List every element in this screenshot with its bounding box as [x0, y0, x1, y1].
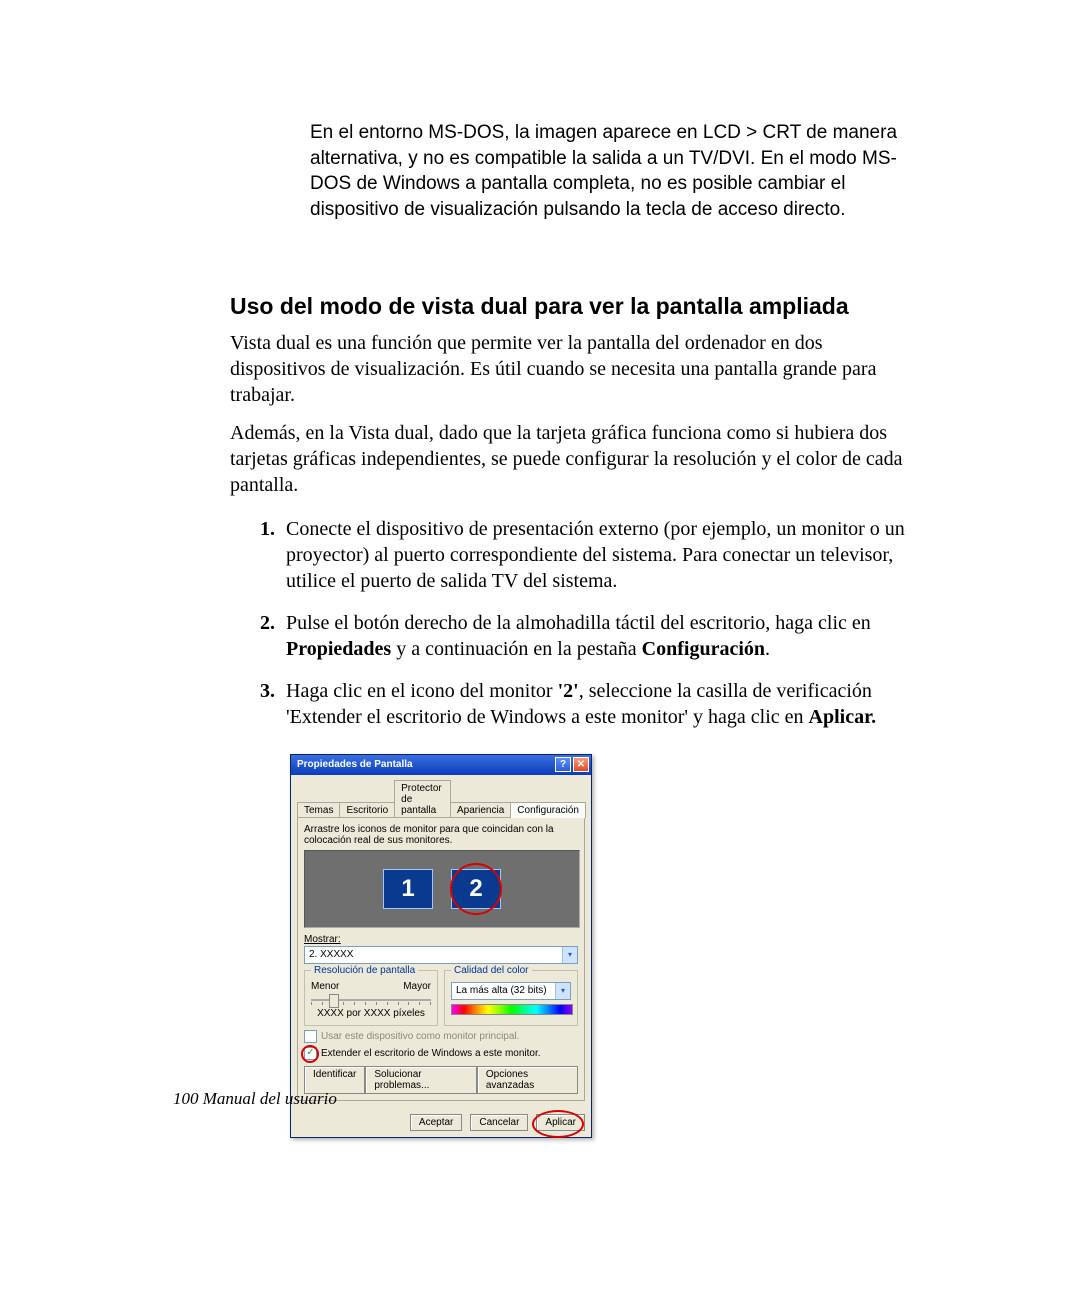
intro-paragraph-1: Vista dual es una función que permite ve…	[230, 330, 910, 408]
step-2-bold-configuracion: Configuración	[642, 638, 765, 660]
color-group: Calidad del color La más alta (32 bits) …	[444, 970, 578, 1026]
chevron-down-icon[interactable]: ▾	[562, 947, 577, 963]
intro-paragraph-2: Además, en la Vista dual, dado que la ta…	[230, 420, 910, 498]
cancel-button[interactable]: Cancelar	[470, 1114, 528, 1131]
step-3-text-a: Haga clic en el icono del monitor	[286, 680, 558, 702]
step-2-text-e: .	[765, 638, 770, 660]
dialog-title: Propiedades de Pantalla	[297, 759, 413, 770]
display-properties-dialog: Propiedades de Pantalla ? ✕ Temas Escrit…	[290, 754, 592, 1138]
msdos-note: En el entorno MS-DOS, la imagen aparece …	[310, 120, 910, 223]
resolution-value: XXXX por XXXX píxeles	[311, 1008, 431, 1019]
primary-monitor-checkbox-row: Usar este dispositivo como monitor princ…	[304, 1030, 578, 1043]
help-button[interactable]: ?	[555, 757, 571, 772]
dialog-bottom-buttons: Aceptar Cancelar Aplicar	[291, 1108, 591, 1137]
tab-apariencia[interactable]: Apariencia	[450, 802, 511, 818]
step-3-bold-2: '2'	[558, 680, 579, 702]
resolution-group: Resolución de pantalla Menor Mayor XXXX …	[304, 970, 438, 1026]
page-footer: 100 Manual del usuario	[173, 1089, 337, 1109]
step-2: Pulse el botón derecho de la almohadilla…	[280, 610, 910, 662]
monitor-2-icon[interactable]: 2	[451, 869, 501, 909]
resolution-slider[interactable]	[311, 994, 431, 1006]
color-dropdown[interactable]: La más alta (32 bits) ▾	[451, 982, 571, 1000]
ok-button[interactable]: Aceptar	[410, 1114, 462, 1131]
extend-checkbox-label: Extender el escritorio de Windows a este…	[321, 1048, 541, 1059]
tab-body: Arrastre los iconos de monitor para que …	[297, 817, 585, 1101]
advanced-button[interactable]: Opciones avanzadas	[477, 1066, 578, 1094]
mostrar-label: Mostrar:	[304, 934, 578, 945]
tab-escritorio[interactable]: Escritorio	[339, 802, 395, 818]
display-dropdown[interactable]: 2. XXXXX ▾	[304, 946, 578, 964]
primary-checkbox	[304, 1030, 317, 1043]
apply-button[interactable]: Aplicar	[536, 1114, 585, 1131]
step-3: Haga clic en el icono del monitor '2', s…	[280, 678, 910, 730]
troubleshoot-button[interactable]: Solucionar problemas...	[365, 1066, 477, 1094]
drag-instruction: Arrastre los iconos de monitor para que …	[304, 824, 578, 846]
steps-list: Conecte el dispositivo de presentación e…	[230, 516, 910, 730]
tab-temas[interactable]: Temas	[297, 802, 340, 818]
section-heading: Uso del modo de vista dual para ver la p…	[230, 293, 910, 320]
res-min-label: Menor	[311, 981, 339, 992]
color-group-title: Calidad del color	[451, 965, 532, 976]
display-dropdown-value: 2. XXXXX	[305, 949, 562, 960]
step-2-bold-propiedades: Propiedades	[286, 638, 391, 660]
color-dropdown-value: La más alta (32 bits)	[452, 985, 555, 996]
close-button[interactable]: ✕	[573, 757, 589, 772]
tab-configuracion[interactable]: Configuración	[510, 802, 586, 818]
res-max-label: Mayor	[403, 981, 431, 992]
tab-strip: Temas Escritorio Protector de pantalla A…	[291, 775, 591, 818]
step-3-bold-aplicar: Aplicar.	[809, 706, 877, 728]
monitor-1-icon[interactable]: 1	[383, 869, 433, 909]
color-spectrum-icon	[451, 1004, 573, 1015]
document-page: En el entorno MS-DOS, la imagen aparece …	[0, 0, 1080, 1309]
primary-checkbox-label: Usar este dispositivo como monitor princ…	[321, 1031, 519, 1042]
chevron-down-icon[interactable]: ▾	[555, 983, 570, 999]
monitor-arrangement[interactable]: 1 2	[304, 850, 580, 928]
extend-checkbox[interactable]: ✓	[304, 1047, 317, 1060]
slider-thumb-icon[interactable]	[329, 994, 339, 1008]
tab-protector[interactable]: Protector de pantalla	[394, 780, 451, 818]
dialog-titlebar[interactable]: Propiedades de Pantalla ? ✕	[291, 755, 591, 775]
step-2-text-a: Pulse el botón derecho de la almohadilla…	[286, 612, 871, 634]
resolution-group-title: Resolución de pantalla	[311, 965, 418, 976]
extend-desktop-checkbox-row[interactable]: ✓ Extender el escritorio de Windows a es…	[304, 1047, 578, 1060]
step-2-text-c: y a continuación en la pestaña	[391, 638, 641, 660]
step-1: Conecte el dispositivo de presentación e…	[280, 516, 910, 594]
